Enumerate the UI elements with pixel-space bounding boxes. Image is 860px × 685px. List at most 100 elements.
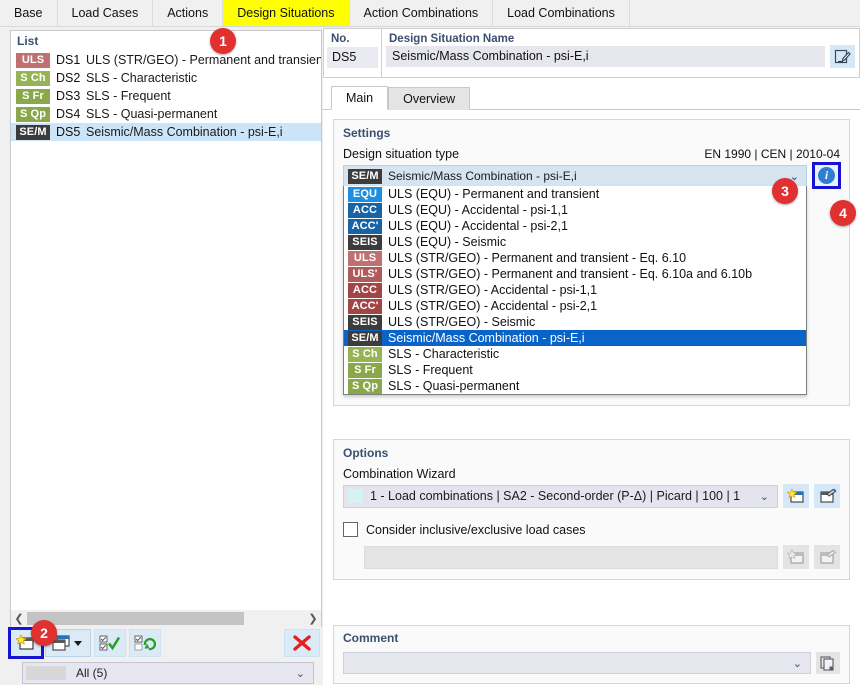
new-combination-wizard-button[interactable]	[783, 484, 809, 508]
comment-copy-button[interactable]	[816, 652, 840, 674]
new-inclusive-exclusive-button	[783, 545, 809, 569]
dropdown-option[interactable]: SEIS ULS (STR/GEO) - Seismic	[344, 314, 806, 330]
combination-wizard-combo[interactable]: 1 - Load combinations | SA2 - Second-ord…	[343, 484, 778, 508]
consider-inclusive-exclusive-checkbox[interactable]	[343, 522, 358, 537]
list-filter-combo[interactable]: All (5) ⌄	[22, 662, 314, 684]
detail-tab-strip: Main Overview	[323, 86, 860, 110]
tab-design-situations[interactable]: Design Situations	[223, 0, 350, 26]
tab-overview[interactable]: Overview	[388, 87, 471, 110]
type-badge: S Qp	[348, 378, 382, 394]
design-situation-type-dropdown-list[interactable]: EQU ULS (EQU) - Permanent and transient …	[343, 186, 807, 395]
tab-action-combinations[interactable]: Action Combinations	[349, 0, 494, 26]
chevron-down-icon[interactable]: ⌄	[760, 490, 769, 503]
combo-selected-value[interactable]: SE/M Seismic/Mass Combination - psi-E,i …	[343, 165, 807, 186]
info-icon: i	[818, 167, 835, 184]
type-badge: SE/M	[348, 330, 382, 346]
type-badge: ACC'	[348, 218, 382, 234]
detail-panel: No. DS5 Design Situation Name Seismic/Ma…	[323, 28, 860, 685]
dropdown-option-label: SLS - Characteristic	[388, 347, 500, 361]
design-situation-no: DS3	[56, 89, 81, 103]
settings-title: Settings	[343, 126, 391, 140]
list-horizontal-scrollbar[interactable]: ❮ ❯	[10, 610, 322, 627]
select-all-button[interactable]	[94, 629, 126, 657]
dropdown-option[interactable]: ULS' ULS (STR/GEO) - Permanent and trans…	[344, 266, 806, 282]
combination-wizard-value: 1 - Load combinations | SA2 - Second-ord…	[370, 489, 741, 503]
dropdown-option[interactable]: ACC ULS (EQU) - Accidental - psi-1,1	[344, 202, 806, 218]
consider-inclusive-exclusive-row[interactable]: Consider inclusive/exclusive load cases	[343, 522, 840, 537]
scrollbar-thumb[interactable]	[27, 612, 244, 625]
dropdown-option[interactable]: S Ch SLS - Characteristic	[344, 346, 806, 362]
list-body: ULS DS1 ULS (STR/GEO) - Permanent and tr…	[11, 51, 321, 141]
dropdown-option-selected[interactable]: SE/M Seismic/Mass Combination - psi-E,i	[344, 330, 806, 346]
info-button[interactable]: i	[812, 162, 841, 189]
type-badge: SEIS	[348, 314, 382, 330]
tab-load-combinations[interactable]: Load Combinations	[493, 0, 630, 26]
invert-selection-icon	[134, 635, 156, 651]
dropdown-option-label: SLS - Frequent	[388, 363, 473, 377]
list-item[interactable]: S Fr DS3 SLS - Frequent	[11, 87, 321, 105]
design-situation-name: SLS - Frequent	[86, 89, 171, 103]
delete-design-situation-button[interactable]	[284, 629, 320, 657]
list-item[interactable]: ULS DS1 ULS (STR/GEO) - Permanent and tr…	[11, 51, 321, 69]
dropdown-option-label: ULS (EQU) - Accidental - psi-2,1	[388, 219, 568, 233]
chevron-down-icon[interactable]: ⌄	[296, 667, 305, 680]
type-badge: ULS'	[348, 266, 382, 282]
comment-title: Comment	[343, 631, 399, 645]
type-badge: SE/M	[16, 124, 50, 140]
design-situation-no: DS1	[56, 53, 81, 67]
pencil-edit-icon	[834, 49, 851, 63]
dropdown-option-label: ULS (EQU) - Permanent and transient	[388, 187, 600, 201]
design-situation-no: DS2	[56, 71, 81, 85]
edit-name-button[interactable]	[830, 45, 855, 68]
tab-load-cases[interactable]: Load Cases	[57, 0, 154, 26]
new-window-icon	[786, 548, 804, 564]
tab-base[interactable]: Base	[0, 0, 58, 26]
type-badge: S Fr	[348, 362, 382, 378]
edit-inclusive-exclusive-button	[814, 545, 840, 569]
comment-input[interactable]: ⌄	[343, 652, 811, 674]
annotation-marker-3: 3	[772, 178, 798, 204]
dropdown-option[interactable]: SEIS ULS (EQU) - Seismic	[344, 234, 806, 250]
type-badge: S Ch	[348, 346, 382, 362]
type-badge: SE/M	[348, 168, 382, 184]
no-value: DS5	[327, 47, 378, 68]
identification-row: No. DS5 Design Situation Name Seismic/Ma…	[323, 28, 860, 78]
list-item[interactable]: S Qp DS4 SLS - Quasi-permanent	[11, 105, 321, 123]
scroll-left-icon[interactable]: ❮	[11, 610, 27, 627]
design-situation-name-input[interactable]: Seismic/Mass Combination - psi-E,i	[386, 46, 825, 67]
dropdown-option[interactable]: ACC' ULS (EQU) - Accidental - psi-2,1	[344, 218, 806, 234]
list-item-selected[interactable]: SE/M DS5 Seismic/Mass Combination - psi-…	[11, 123, 321, 141]
name-caption: Design Situation Name	[389, 33, 515, 45]
dropdown-option-label: ULS (STR/GEO) - Seismic	[388, 315, 536, 329]
dropdown-option[interactable]: ACC' ULS (STR/GEO) - Accidental - psi-2,…	[344, 298, 806, 314]
type-badge: ACC	[348, 282, 382, 298]
invert-selection-button[interactable]	[129, 629, 161, 657]
tab-main[interactable]: Main	[331, 86, 389, 110]
dropdown-option-label: SLS - Quasi-permanent	[388, 379, 520, 393]
scroll-right-icon[interactable]: ❯	[305, 610, 321, 627]
tab-actions[interactable]: Actions	[153, 0, 224, 26]
dropdown-option[interactable]: ACC ULS (STR/GEO) - Accidental - psi-1,1	[344, 282, 806, 298]
design-situation-type-label: Design situation type	[343, 147, 460, 161]
dropdown-option[interactable]: S Qp SLS - Quasi-permanent	[344, 378, 806, 394]
dropdown-option[interactable]: EQU ULS (EQU) - Permanent and transient	[344, 186, 806, 202]
design-situation-type-combo[interactable]: SE/M Seismic/Mass Combination - psi-E,i …	[343, 165, 807, 395]
options-title: Options	[343, 446, 389, 460]
design-situation-no: DS4	[56, 107, 81, 121]
type-badge: ULS	[16, 52, 50, 68]
design-situation-name: SLS - Quasi-permanent	[86, 107, 218, 121]
design-situation-name: Seismic/Mass Combination - psi-E,i	[86, 125, 283, 139]
new-window-icon	[786, 487, 804, 503]
edit-combination-wizard-button[interactable]	[814, 484, 840, 508]
dropdown-option-label: ULS (STR/GEO) - Accidental - psi-2,1	[388, 299, 598, 313]
design-situation-no: DS5	[56, 125, 81, 139]
list-item[interactable]: S Ch DS2 SLS - Characteristic	[11, 69, 321, 87]
scrollbar-track[interactable]	[27, 612, 305, 625]
type-badge: S Fr	[16, 88, 50, 104]
type-badge: SEIS	[348, 234, 382, 250]
options-group: Options Combination Wizard 1 - Load comb…	[333, 439, 850, 580]
combination-wizard-label: Combination Wizard	[343, 467, 456, 481]
dropdown-option[interactable]: S Fr SLS - Frequent	[344, 362, 806, 378]
dropdown-option[interactable]: ULS ULS (STR/GEO) - Permanent and transi…	[344, 250, 806, 266]
chevron-down-icon[interactable]: ⌄	[793, 657, 802, 670]
